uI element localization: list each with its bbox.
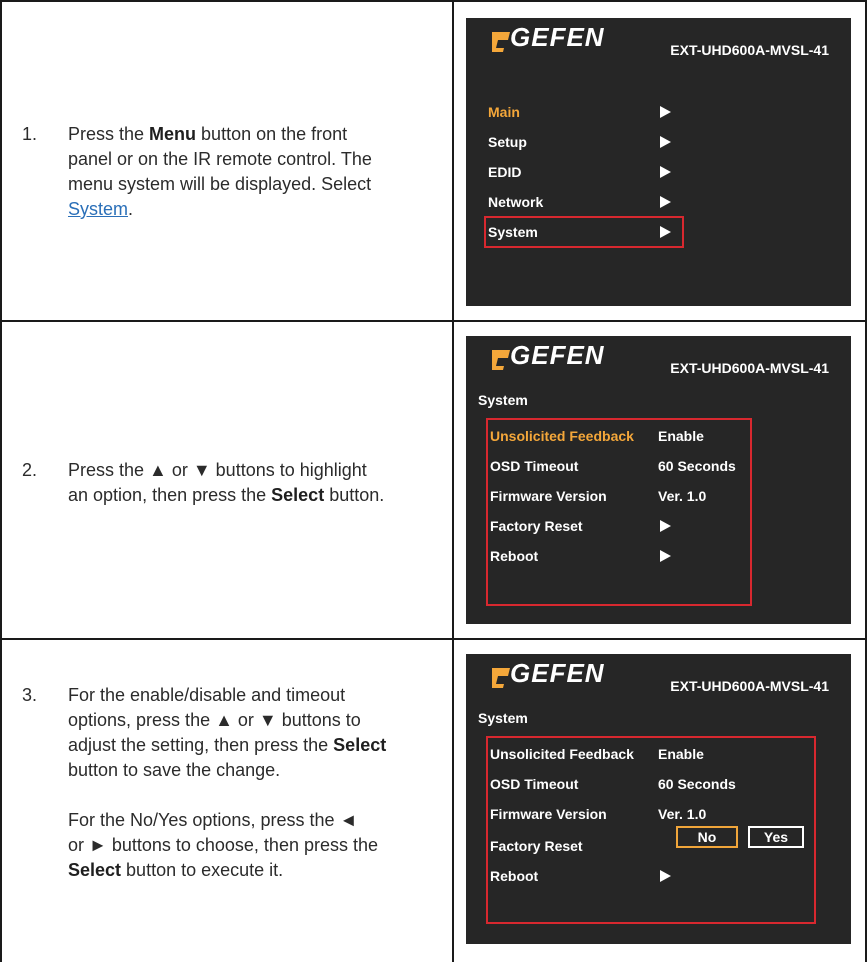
selection-highlight-frame [484, 216, 684, 248]
model-number: EXT-UHD600A-MVSL-41 [670, 360, 829, 376]
option-value: Enable [658, 428, 704, 444]
system-link[interactable]: System [68, 199, 128, 219]
step-number: 1. [22, 124, 38, 144]
text-line: Press the ▲ or ▼ buttons to highlight [68, 460, 367, 480]
option-value: 60 Seconds [658, 776, 736, 792]
step-paragraph: Press the ▲ or ▼ buttons to highlight an… [68, 458, 384, 508]
menu-item-network[interactable]: Network [488, 194, 543, 210]
model-number: EXT-UHD600A-MVSL-41 [670, 42, 829, 58]
table-row-divider-2 [0, 638, 867, 640]
step-1-text: 1. Press the Menu button on the front pa… [22, 122, 442, 232]
table-row-divider-1 [0, 320, 867, 322]
select-term: Select [68, 860, 122, 880]
arrow-right-icon [660, 550, 671, 562]
select-term: Select [271, 485, 325, 505]
option-firmware-version[interactable]: Firmware Version [490, 488, 607, 504]
osd-screen-system-menu: GEFEN EXT-UHD600A-MVSL-41 System Unsolic… [466, 336, 851, 624]
arrow-right-icon [660, 136, 671, 148]
option-factory-reset[interactable]: Factory Reset [490, 518, 583, 534]
step-number: 3. [22, 685, 38, 705]
osd-screen-main-menu: GEFEN EXT-UHD600A-MVSL-41 Main Setup EDI… [466, 18, 851, 306]
text-line: System. [68, 199, 134, 219]
text-line: Press the Menu button on the front [68, 124, 348, 144]
text-line: or ► buttons to choose, then press the [68, 835, 378, 855]
brand-wordmark: GEFEN [510, 340, 605, 370]
text-line [68, 783, 386, 808]
option-value: Enable [658, 746, 704, 762]
arrow-right-icon [660, 520, 671, 532]
brand-wordmark: GEFEN [510, 658, 605, 688]
screen-title: System [478, 710, 528, 726]
text-line: options, press the ▲ or ▼ buttons to [68, 710, 361, 730]
option-factory-reset[interactable]: Factory Reset [490, 838, 583, 854]
arrow-right-icon [660, 106, 671, 118]
instruction-table: 1. Press the Menu button on the front pa… [0, 0, 867, 962]
text-line: For the enable/disable and timeout [68, 685, 346, 705]
select-term: Select [333, 735, 387, 755]
text-line: For the No/Yes options, press the ◄ [68, 810, 358, 830]
option-value: Ver. 1.0 [658, 806, 707, 822]
option-osd-timeout[interactable]: OSD Timeout [490, 458, 578, 474]
step-paragraph: For the enable/disable and timeout optio… [68, 683, 386, 883]
step-number: 2. [22, 460, 38, 480]
option-osd-timeout[interactable]: OSD Timeout [490, 776, 578, 792]
menu-item-edid[interactable]: EDID [488, 164, 521, 180]
arrow-right-icon [660, 166, 671, 178]
table-column-divider [452, 0, 454, 962]
option-value: 60 Seconds [658, 458, 736, 474]
options-frame [486, 418, 752, 606]
step-paragraph: Press the Menu button on the front panel… [68, 122, 372, 222]
option-reboot[interactable]: Reboot [490, 548, 538, 564]
text-line: adjust the setting, then press the Selec… [68, 735, 387, 755]
option-value: Ver. 1.0 [658, 488, 707, 504]
table-border-left [0, 0, 2, 962]
text-line: button to save the change. [68, 760, 281, 780]
yes-button[interactable]: Yes [748, 826, 804, 848]
menu-item-setup[interactable]: Setup [488, 134, 527, 150]
step-3-text: 3. For the enable/disable and timeout op… [22, 683, 446, 893]
table-border-top [0, 0, 867, 2]
text-line: Select button to execute it. [68, 860, 284, 880]
option-unsolicited-feedback[interactable]: Unsolicited Feedback [490, 746, 634, 762]
text-line: panel or on the IR remote control. The [68, 149, 372, 169]
step-2-text: 2. Press the ▲ or ▼ buttons to highlight… [22, 458, 442, 518]
screen-title: System [478, 392, 528, 408]
text-line: menu system will be displayed. Select [68, 174, 372, 194]
arrow-right-icon [660, 870, 671, 882]
arrow-right-icon [660, 196, 671, 208]
option-firmware-version[interactable]: Firmware Version [490, 806, 607, 822]
osd-screen-system-confirm: GEFEN EXT-UHD600A-MVSL-41 System Unsolic… [466, 654, 851, 944]
brand-wordmark: GEFEN [510, 22, 605, 52]
no-button[interactable]: No [676, 826, 738, 848]
option-reboot[interactable]: Reboot [490, 868, 538, 884]
text-line: an option, then press the Select button. [68, 485, 385, 505]
model-number: EXT-UHD600A-MVSL-41 [670, 678, 829, 694]
menu-term: Menu [149, 124, 197, 144]
menu-item-main[interactable]: Main [488, 104, 520, 120]
option-unsolicited-feedback[interactable]: Unsolicited Feedback [490, 428, 634, 444]
